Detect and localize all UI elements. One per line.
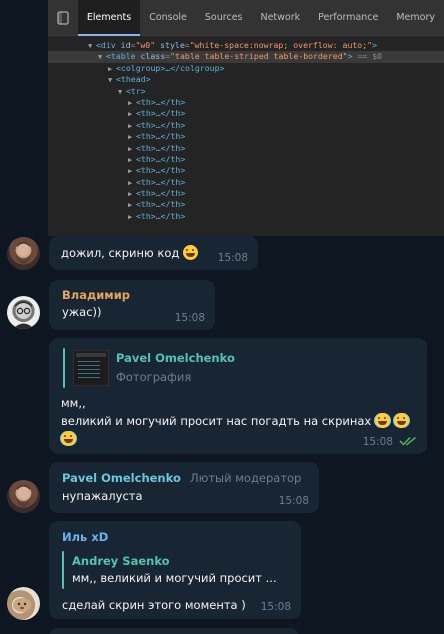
dom-tag: > — [347, 51, 353, 62]
dom-line-div: ▼ <div id="w0" style="white-space:nowrap;… — [48, 40, 444, 51]
avatar[interactable] — [7, 480, 40, 513]
reply-preview-text: Фотография — [116, 370, 192, 384]
tab-memory: Memory — [396, 11, 435, 23]
dom-line-th: ▶ <th>…</th> — [48, 120, 444, 131]
sender-name[interactable]: Владимир — [62, 288, 130, 302]
message-text-line: мм,, — [61, 396, 86, 410]
tab-network: Network — [260, 11, 301, 23]
dom-attr: style — [160, 40, 185, 50]
dom-tag: <thead> — [116, 74, 151, 85]
reply-photo-thumbnail[interactable] — [73, 350, 109, 386]
dom-line-th: ▶ <th>…</th> — [48, 143, 444, 154]
message-text: ужас)) — [62, 305, 102, 319]
dom-line-th: ▶ <th>…</th> — [48, 165, 444, 176]
dom-tag: <th>…</th> — [136, 165, 186, 176]
device-toolbar-icon — [48, 10, 78, 25]
reply-sender-name[interactable]: Andrey Saenko — [72, 554, 170, 568]
dom-tree: ▼ <div id="w0" style="white-space:nowrap;… — [48, 36, 444, 222]
tears-of-joy-icon — [61, 431, 76, 446]
dom-line-th: ▶ <th>…</th> — [48, 97, 444, 108]
message-text-line — [61, 430, 76, 448]
dom-tag: <tr> — [126, 85, 146, 96]
dom-line-tr: ▼ <tr> — [48, 86, 444, 97]
message-bubble[interactable]: Владимир ужас)) 15:08 — [49, 280, 215, 330]
dom-line-table: ▼ <table class="table table-striped table… — [48, 51, 444, 63]
reply-preview-text[interactable]: мм,, великий и могучий просит ... — [72, 571, 277, 585]
avatar-beard-icon — [16, 242, 31, 264]
admin-badge: Лютый модератор — [190, 471, 302, 485]
tears-of-joy-icon — [393, 413, 409, 428]
dom-tag: > — [372, 40, 378, 50]
avatar[interactable] — [7, 237, 40, 270]
devtools-tab-bar: Elements Console Sources Network Perform… — [48, 0, 444, 36]
double-check-icon — [399, 436, 417, 446]
message-bubble-partial[interactable] — [49, 628, 299, 634]
selected-marker: == $0 — [357, 51, 383, 62]
reply-accent-bar — [63, 348, 65, 388]
devtools-screenshot: Elements Console Sources Network Perform… — [48, 0, 444, 236]
dom-tag: <th>…</th> — [136, 119, 186, 130]
message-time: 15:08 — [217, 252, 248, 264]
dom-tag: <th>…</th> — [136, 142, 186, 153]
dom-th-list: ▶ <th>…</th> ▶ <th>…</th> ▶ <th>…</th> ▶ <th>…<… — [48, 97, 444, 222]
reply-accent-bar — [62, 551, 64, 589]
message-text-line: великий и могучий просит нас погадть на … — [61, 412, 409, 430]
sender-name[interactable]: Иль xD — [62, 530, 108, 544]
dom-attr: id — [120, 40, 131, 50]
dom-value: "white-space:nowrap; overflow: auto;" — [189, 40, 373, 50]
dom-tag: <th>…</th> — [136, 188, 186, 199]
dom-line-th: ▶ <th>…</th> — [48, 131, 444, 142]
message-time: 15:08 — [260, 601, 291, 613]
avatar-glasses-icon — [13, 301, 34, 329]
message-time: 15:08 — [278, 495, 309, 507]
dom-line-thead: ▼ <thead> — [48, 74, 444, 85]
dom-tag: <th>…</th> — [136, 199, 186, 210]
sender-name[interactable]: Pavel Omelchenko — [62, 471, 181, 485]
avatar[interactable] — [7, 587, 40, 620]
avatar[interactable] — [7, 296, 40, 329]
dom-line-th: ▶ <th>…</th> — [48, 199, 444, 210]
tab-console: Console — [149, 11, 187, 23]
dom-line-th: ▶ <th>…</th> — [48, 154, 444, 165]
dom-line-th: ▶ <th>…</th> — [48, 108, 444, 119]
tab-performance: Performance — [318, 11, 379, 23]
tab-elements: Elements — [77, 0, 141, 36]
message-time: 15:08 — [362, 436, 393, 448]
avatar-pet-icon — [13, 598, 31, 612]
reply-sender-name: Pavel Omelchenko — [116, 351, 235, 365]
dom-attr: class — [140, 51, 166, 62]
dom-tag: <colgroup>…</colgroup> — [116, 62, 225, 73]
message-text: сделай скрин этого момента ) — [62, 598, 246, 612]
dom-line-th: ▶ <th>…</th> — [48, 211, 444, 222]
dom-tag: <th>…</th> — [136, 210, 186, 221]
grinning-face-icon — [182, 245, 198, 260]
dom-tag: <table — [106, 51, 136, 62]
dom-line-colgroup: ▶ <colgroup>…</colgroup> — [48, 63, 444, 74]
message-bubble[interactable]: дожил, скриню код 15:08 — [49, 236, 258, 270]
message-text: нупажалуста — [62, 489, 143, 503]
avatar-beard-icon — [16, 485, 31, 507]
dom-tag: <th>…</th> — [136, 96, 186, 107]
dom-value: "table table-striped table-bordered" — [170, 51, 348, 62]
tears-of-joy-icon — [374, 413, 390, 428]
dom-tag: <div — [96, 40, 116, 50]
dom-tag: <th>…</th> — [136, 176, 186, 187]
dom-line-th: ▶ <th>…</th> — [48, 188, 444, 199]
message-bubble[interactable]: Иль xD Andrey Saenko мм,, великий и могу… — [49, 521, 301, 619]
message-text: дожил, скриню код — [61, 244, 198, 262]
collapsed-triangle-icon: ▶ — [128, 212, 133, 221]
message-time: 15:08 — [174, 312, 205, 324]
tab-sources: Sources — [204, 11, 243, 23]
dom-line-th: ▶ <th>…</th> — [48, 177, 444, 188]
message-bubble-own[interactable]: Pavel Omelchenko Фотография мм,, великий… — [49, 338, 427, 454]
dom-tag: <th>…</th> — [136, 108, 186, 119]
message-bubble[interactable]: Pavel Omelchenko Лютый модератор нупажал… — [49, 462, 319, 513]
dom-tag: <th>…</th> — [136, 153, 186, 164]
dom-value: "w0" — [135, 40, 156, 50]
dom-tag: <th>…</th> — [136, 131, 186, 142]
